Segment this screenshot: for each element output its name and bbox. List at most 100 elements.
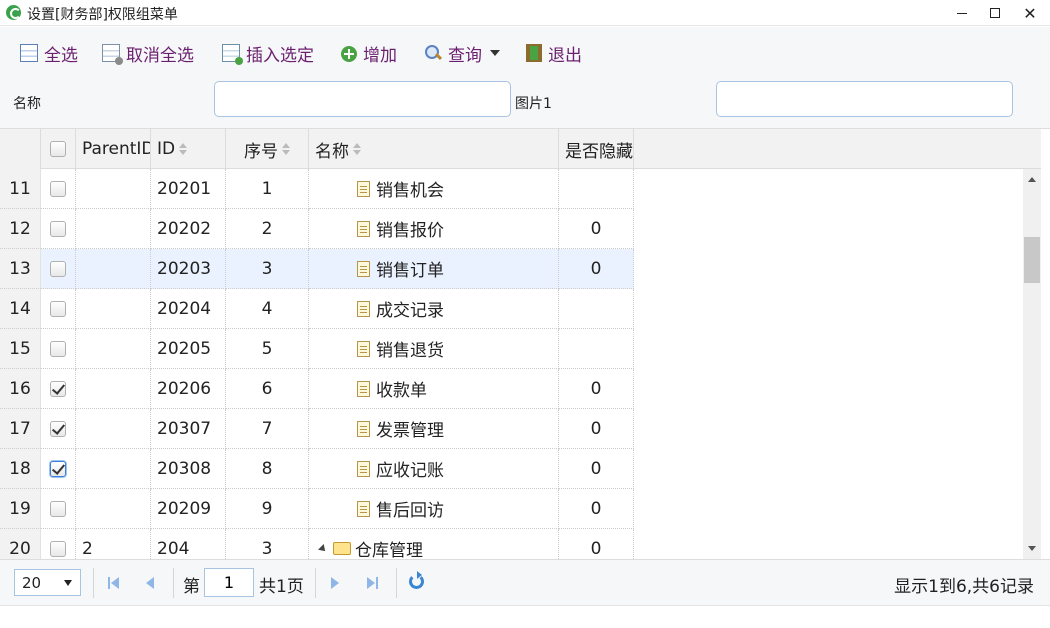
hidden-cell: 0 <box>559 409 634 449</box>
first-page-icon[interactable] <box>106 575 120 591</box>
vertical-scrollbar[interactable] <box>1023 169 1041 559</box>
scroll-down-icon[interactable] <box>1028 546 1036 551</box>
table-row[interactable]: 20 2 204 3 仓库管理 0 <box>0 529 634 559</box>
app-icon <box>6 5 21 20</box>
check-all-header[interactable] <box>41 129 76 169</box>
row-checkbox[interactable] <box>50 340 66 357</box>
row-checkbox[interactable] <box>50 380 66 397</box>
id-cell: 20209 <box>151 489 226 529</box>
parent-id-cell: 2 <box>76 529 151 559</box>
refresh-icon[interactable] <box>409 571 424 589</box>
add-button[interactable]: 增加 <box>341 40 397 66</box>
row-checkbox[interactable] <box>50 540 66 557</box>
select-all-button[interactable]: 全选 <box>20 40 78 66</box>
name-cell: 应收记账 <box>309 449 559 489</box>
sort-icon <box>282 143 290 155</box>
rownum-header <box>0 129 41 169</box>
document-icon <box>357 180 370 197</box>
row-checkbox[interactable] <box>50 260 66 277</box>
pager-info: 显示1到6,共6记录 <box>894 577 1034 597</box>
row-checkbox[interactable] <box>50 500 66 517</box>
pager-divider <box>173 568 174 598</box>
insert-selected-label: 插入选定 <box>246 45 314 66</box>
id-cell: 20307 <box>151 409 226 449</box>
image-label: 图片1 <box>515 96 552 112</box>
row-checkbox[interactable] <box>50 460 66 477</box>
page-number-input[interactable] <box>204 568 254 597</box>
parent-id-header[interactable]: ParentID <box>76 129 151 169</box>
hidden-header-label: 是否隐藏 <box>565 141 633 162</box>
row-number: 17 <box>0 409 41 449</box>
row-number: 20 <box>0 529 41 559</box>
folder-icon <box>333 542 351 555</box>
hidden-cell: 0 <box>559 209 634 249</box>
insert-selected-button[interactable]: 插入选定 <box>222 40 314 66</box>
data-grid: ParentID ID 序号 名称 是否隐藏 11 20201 1 销售机会 12 202… <box>0 129 1041 559</box>
check-cell <box>41 289 76 329</box>
hidden-cell <box>559 329 634 369</box>
check-cell <box>41 369 76 409</box>
close-button[interactable]: ✕ <box>1012 0 1048 26</box>
maximize-button[interactable] <box>977 0 1013 26</box>
id-header-label: ID <box>157 139 176 159</box>
table-row[interactable]: 18 20308 8 应收记账 0 <box>0 449 634 489</box>
table-row[interactable]: 12 20202 2 销售报价 0 <box>0 209 634 249</box>
minimize-button[interactable] <box>944 0 980 26</box>
order-header-label: 序号 <box>244 141 278 162</box>
scroll-thumb[interactable] <box>1024 237 1040 283</box>
id-header[interactable]: ID <box>151 129 226 169</box>
page-prefix: 第 <box>183 577 200 597</box>
row-number: 19 <box>0 489 41 529</box>
row-checkbox[interactable] <box>50 300 66 317</box>
row-checkbox[interactable] <box>50 180 66 197</box>
row-checkbox[interactable] <box>50 220 66 237</box>
order-cell: 6 <box>226 369 309 409</box>
check-cell <box>41 249 76 289</box>
scroll-up-icon[interactable] <box>1028 177 1036 182</box>
next-page-icon[interactable] <box>328 575 342 591</box>
table-row[interactable]: 14 20204 4 成交记录 <box>0 289 634 329</box>
exit-door-icon <box>526 44 542 62</box>
document-icon <box>357 220 370 237</box>
table-row[interactable]: 15 20205 5 销售退货 <box>0 329 634 369</box>
order-cell: 4 <box>226 289 309 329</box>
expand-toggle-icon[interactable] <box>318 543 328 554</box>
table-row[interactable]: 19 20209 9 售后回访 0 <box>0 489 634 529</box>
id-cell: 20205 <box>151 329 226 369</box>
hidden-cell: 0 <box>559 489 634 529</box>
last-page-icon[interactable] <box>366 575 380 591</box>
exit-button[interactable]: 退出 <box>526 40 582 66</box>
name-cell: 仓库管理 <box>309 529 559 559</box>
chevron-down-icon[interactable] <box>490 50 500 56</box>
deselect-all-button[interactable]: 取消全选 <box>102 40 194 66</box>
page-size-select[interactable]: 20 <box>14 569 81 596</box>
parent-id-cell <box>76 409 151 449</box>
hidden-header[interactable]: 是否隐藏 <box>559 129 634 169</box>
table-row[interactable]: 11 20201 1 销售机会 <box>0 169 634 209</box>
grid-header: ParentID ID 序号 名称 是否隐藏 <box>0 129 1041 169</box>
parent-id-cell <box>76 369 151 409</box>
table-row[interactable]: 17 20307 7 发票管理 0 <box>0 409 634 449</box>
id-cell: 20204 <box>151 289 226 329</box>
check-all-checkbox[interactable] <box>50 141 66 157</box>
name-input[interactable] <box>214 81 511 117</box>
row-checkbox[interactable] <box>50 420 66 437</box>
grid-insert-icon <box>222 44 243 65</box>
image-input[interactable] <box>716 81 1013 117</box>
prev-page-icon[interactable] <box>143 575 157 591</box>
name-cell: 销售退货 <box>309 329 559 369</box>
order-header[interactable]: 序号 <box>226 129 309 169</box>
name-cell: 售后回访 <box>309 489 559 529</box>
check-cell <box>41 169 76 209</box>
name-header[interactable]: 名称 <box>309 129 559 169</box>
search-icon <box>424 44 442 62</box>
parent-id-cell <box>76 329 151 369</box>
chevron-down-icon <box>64 580 72 586</box>
window-title: 设置[财务部]权限组菜单 <box>27 7 178 23</box>
query-button[interactable]: 查询 <box>424 40 500 66</box>
name-cell: 销售报价 <box>309 209 559 249</box>
menu-name: 成交记录 <box>376 301 444 321</box>
id-cell: 20308 <box>151 449 226 489</box>
table-row[interactable]: 13 20203 3 销售订单 0 <box>0 249 634 289</box>
table-row[interactable]: 16 20206 6 收款单 0 <box>0 369 634 409</box>
